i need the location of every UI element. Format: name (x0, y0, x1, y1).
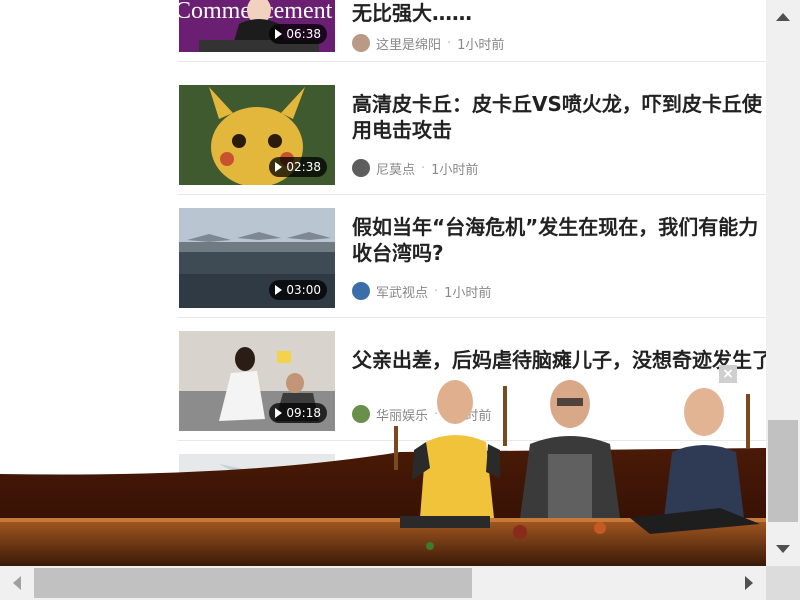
scrollbar-corner (766, 566, 800, 600)
arrow-up-icon[interactable] (766, 0, 800, 34)
publish-time: 1小时前 (431, 162, 479, 178)
list-item[interactable]: 03:00 假如当年“台海危机”发生在现在，我们有能力收台湾吗? 军武视点 · … (178, 196, 766, 318)
play-icon (275, 162, 283, 172)
arrow-left-icon[interactable] (0, 566, 34, 600)
avatar[interactable] (352, 282, 370, 300)
close-icon[interactable]: × (719, 365, 737, 383)
video-title[interactable]: 高清皮卡丘：皮卡丘VS喷火龙，吓到皮卡丘使用电击攻击 (352, 91, 766, 143)
horizontal-scrollbar[interactable] (0, 566, 766, 600)
author-name[interactable]: 这里是绵阳 (376, 34, 441, 53)
meta-separator: · (434, 283, 439, 299)
video-title[interactable]: 无比强大…… (352, 0, 766, 26)
list-item[interactable]: 02:38 高清皮卡丘：皮卡丘VS喷火龙，吓到皮卡丘使用电击攻击 尼莫点 · 1… (178, 73, 766, 195)
publish-time: 1小时前 (457, 37, 505, 53)
arrow-down-icon[interactable] (766, 532, 800, 566)
avatar[interactable] (352, 34, 370, 52)
list-item[interactable]: Commencement 06:38 无比强大…… 这里是绵阳 · 1小时前 (178, 0, 766, 62)
publish-time: 1小时前 (444, 285, 492, 301)
scrollbar-thumb[interactable] (34, 568, 472, 598)
video-thumbnail[interactable]: 02:38 (179, 85, 335, 185)
duration-badge: 06:38 (269, 24, 327, 44)
divider (178, 61, 766, 62)
divider (178, 317, 766, 318)
video-thumbnail[interactable]: 03:00 (179, 208, 335, 308)
video-meta: 军武视点 · 1小时前 (352, 282, 492, 301)
meta-separator: · (447, 35, 452, 51)
video-title[interactable]: 假如当年“台海危机”发生在现在，我们有能力收台湾吗? (352, 214, 766, 266)
video-meta: 尼莫点 · 1小时前 (352, 159, 479, 178)
play-icon (275, 285, 283, 295)
ad-image (0, 380, 766, 566)
play-icon (275, 29, 283, 39)
avatar[interactable] (352, 159, 370, 177)
arrow-right-icon[interactable] (732, 566, 766, 600)
duration-label: 02:38 (286, 160, 321, 174)
meta-separator: · (421, 160, 426, 176)
video-meta: 这里是绵阳 · 1小时前 (352, 34, 505, 53)
vertical-scrollbar[interactable] (766, 0, 800, 566)
duration-badge: 03:00 (269, 280, 327, 300)
author-name[interactable]: 军武视点 (376, 282, 428, 301)
video-thumbnail[interactable]: Commencement 06:38 (179, 0, 335, 52)
banner-ad[interactable] (0, 368, 766, 566)
scrollbar-thumb[interactable] (768, 420, 798, 522)
duration-badge: 02:38 (269, 157, 327, 177)
duration-label: 03:00 (286, 283, 321, 297)
divider (178, 194, 766, 195)
author-name[interactable]: 尼莫点 (376, 159, 415, 178)
video-feed: Commencement 06:38 无比强大…… 这里是绵阳 · 1小时前 (0, 0, 766, 566)
duration-label: 06:38 (286, 27, 321, 41)
